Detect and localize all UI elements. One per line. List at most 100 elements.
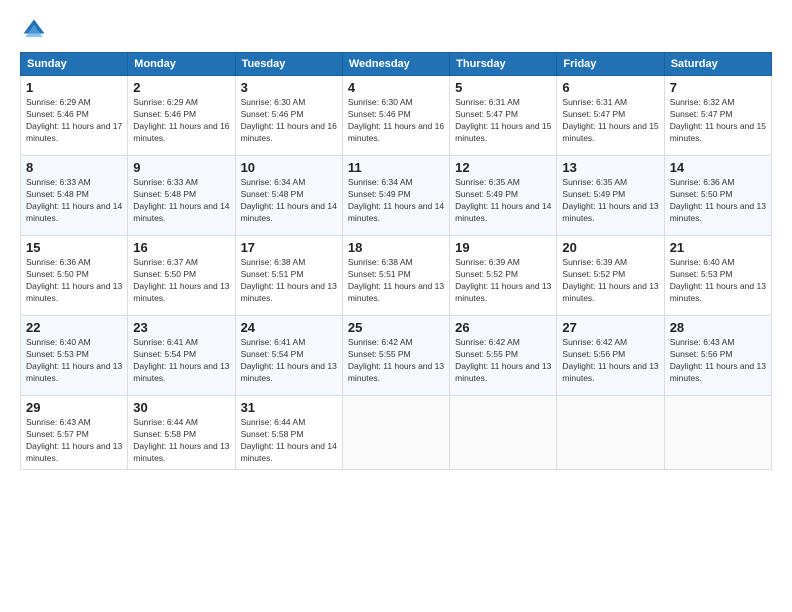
day-number: 15	[26, 240, 122, 255]
calendar-cell: 4 Sunrise: 6:30 AM Sunset: 5:46 PM Daylig…	[342, 76, 449, 156]
calendar-cell: 20 Sunrise: 6:39 AM Sunset: 5:52 PM Dayli…	[557, 236, 664, 316]
week-row-2: 8 Sunrise: 6:33 AM Sunset: 5:48 PM Daylig…	[21, 156, 772, 236]
day-info: Sunrise: 6:31 AM Sunset: 5:47 PM Dayligh…	[562, 97, 658, 145]
calendar-cell: 3 Sunrise: 6:30 AM Sunset: 5:46 PM Daylig…	[235, 76, 342, 156]
calendar-cell: 16 Sunrise: 6:37 AM Sunset: 5:50 PM Dayli…	[128, 236, 235, 316]
day-number: 20	[562, 240, 658, 255]
day-info: Sunrise: 6:39 AM Sunset: 5:52 PM Dayligh…	[455, 257, 551, 305]
day-info: Sunrise: 6:41 AM Sunset: 5:54 PM Dayligh…	[241, 337, 337, 385]
calendar-cell: 24 Sunrise: 6:41 AM Sunset: 5:54 PM Dayli…	[235, 316, 342, 396]
weekday-header-monday: Monday	[128, 53, 235, 76]
day-info: Sunrise: 6:32 AM Sunset: 5:47 PM Dayligh…	[670, 97, 766, 145]
day-number: 3	[241, 80, 337, 95]
day-number: 13	[562, 160, 658, 175]
day-info: Sunrise: 6:38 AM Sunset: 5:51 PM Dayligh…	[348, 257, 444, 305]
calendar-cell: 25 Sunrise: 6:42 AM Sunset: 5:55 PM Dayli…	[342, 316, 449, 396]
day-number: 25	[348, 320, 444, 335]
day-number: 12	[455, 160, 551, 175]
calendar-cell: 13 Sunrise: 6:35 AM Sunset: 5:49 PM Dayli…	[557, 156, 664, 236]
day-number: 9	[133, 160, 229, 175]
calendar-cell: 21 Sunrise: 6:40 AM Sunset: 5:53 PM Dayli…	[664, 236, 771, 316]
day-number: 4	[348, 80, 444, 95]
calendar-cell: 23 Sunrise: 6:41 AM Sunset: 5:54 PM Dayli…	[128, 316, 235, 396]
day-number: 27	[562, 320, 658, 335]
weekday-header-friday: Friday	[557, 53, 664, 76]
day-number: 19	[455, 240, 551, 255]
calendar-cell: 11 Sunrise: 6:34 AM Sunset: 5:49 PM Dayli…	[342, 156, 449, 236]
day-info: Sunrise: 6:38 AM Sunset: 5:51 PM Dayligh…	[241, 257, 337, 305]
day-number: 30	[133, 400, 229, 415]
day-info: Sunrise: 6:44 AM Sunset: 5:58 PM Dayligh…	[241, 417, 337, 465]
calendar-cell: 8 Sunrise: 6:33 AM Sunset: 5:48 PM Daylig…	[21, 156, 128, 236]
day-number: 26	[455, 320, 551, 335]
day-info: Sunrise: 6:29 AM Sunset: 5:46 PM Dayligh…	[26, 97, 122, 145]
day-info: Sunrise: 6:41 AM Sunset: 5:54 PM Dayligh…	[133, 337, 229, 385]
calendar-cell: 15 Sunrise: 6:36 AM Sunset: 5:50 PM Dayli…	[21, 236, 128, 316]
weekday-header-tuesday: Tuesday	[235, 53, 342, 76]
day-info: Sunrise: 6:42 AM Sunset: 5:56 PM Dayligh…	[562, 337, 658, 385]
day-info: Sunrise: 6:39 AM Sunset: 5:52 PM Dayligh…	[562, 257, 658, 305]
day-info: Sunrise: 6:40 AM Sunset: 5:53 PM Dayligh…	[26, 337, 122, 385]
day-number: 11	[348, 160, 444, 175]
day-number: 18	[348, 240, 444, 255]
day-info: Sunrise: 6:33 AM Sunset: 5:48 PM Dayligh…	[133, 177, 229, 225]
day-info: Sunrise: 6:44 AM Sunset: 5:58 PM Dayligh…	[133, 417, 229, 465]
day-info: Sunrise: 6:29 AM Sunset: 5:46 PM Dayligh…	[133, 97, 229, 145]
week-row-1: 1 Sunrise: 6:29 AM Sunset: 5:46 PM Daylig…	[21, 76, 772, 156]
weekday-header-saturday: Saturday	[664, 53, 771, 76]
weekday-header-sunday: Sunday	[21, 53, 128, 76]
page: SundayMondayTuesdayWednesdayThursdayFrid…	[0, 0, 792, 612]
day-number: 10	[241, 160, 337, 175]
calendar-cell	[664, 396, 771, 470]
day-info: Sunrise: 6:34 AM Sunset: 5:48 PM Dayligh…	[241, 177, 337, 225]
calendar-cell: 1 Sunrise: 6:29 AM Sunset: 5:46 PM Daylig…	[21, 76, 128, 156]
calendar-cell: 12 Sunrise: 6:35 AM Sunset: 5:49 PM Dayli…	[450, 156, 557, 236]
calendar-cell: 14Sunrise: 6:36 AM Sunset: 5:50 PM Dayli…	[664, 156, 771, 236]
day-info: Sunrise: 6:35 AM Sunset: 5:49 PM Dayligh…	[455, 177, 551, 225]
day-info: Sunrise: 6:36 AM Sunset: 5:50 PM Dayligh…	[26, 257, 122, 305]
day-number: 5	[455, 80, 551, 95]
day-info: Sunrise: 6:30 AM Sunset: 5:46 PM Dayligh…	[241, 97, 337, 145]
day-info: Sunrise: 6:43 AM Sunset: 5:57 PM Dayligh…	[26, 417, 122, 465]
day-info: Sunrise: 6:40 AM Sunset: 5:53 PM Dayligh…	[670, 257, 766, 305]
day-number: 7	[670, 80, 766, 95]
day-info: Sunrise: 6:31 AM Sunset: 5:47 PM Dayligh…	[455, 97, 551, 145]
day-info: Sunrise: 6:37 AM Sunset: 5:50 PM Dayligh…	[133, 257, 229, 305]
day-info: Sunrise: 6:43 AM Sunset: 5:56 PM Dayligh…	[670, 337, 766, 385]
day-info: Sunrise: 6:30 AM Sunset: 5:46 PM Dayligh…	[348, 97, 444, 145]
calendar-cell: 5 Sunrise: 6:31 AM Sunset: 5:47 PM Daylig…	[450, 76, 557, 156]
day-number: 17	[241, 240, 337, 255]
calendar-cell: 6 Sunrise: 6:31 AM Sunset: 5:47 PM Daylig…	[557, 76, 664, 156]
day-number: 28	[670, 320, 766, 335]
day-number: 6	[562, 80, 658, 95]
day-number: 21	[670, 240, 766, 255]
weekday-header-row: SundayMondayTuesdayWednesdayThursdayFrid…	[21, 53, 772, 76]
day-number: 24	[241, 320, 337, 335]
weekday-header-thursday: Thursday	[450, 53, 557, 76]
day-info: Sunrise: 6:33 AM Sunset: 5:48 PM Dayligh…	[26, 177, 122, 225]
header	[20, 16, 772, 44]
day-info: Sunrise: 6:35 AM Sunset: 5:49 PM Dayligh…	[562, 177, 658, 225]
day-info: Sunrise: 6:34 AM Sunset: 5:49 PM Dayligh…	[348, 177, 444, 225]
calendar-cell: 9 Sunrise: 6:33 AM Sunset: 5:48 PM Daylig…	[128, 156, 235, 236]
calendar-cell: 27 Sunrise: 6:42 AM Sunset: 5:56 PM Dayli…	[557, 316, 664, 396]
day-number: 1	[26, 80, 122, 95]
calendar-cell: 10 Sunrise: 6:34 AM Sunset: 5:48 PM Dayli…	[235, 156, 342, 236]
day-info: Sunrise: 6:42 AM Sunset: 5:55 PM Dayligh…	[348, 337, 444, 385]
day-number: 8	[26, 160, 122, 175]
calendar-cell: 31 Sunrise: 6:44 AM Sunset: 5:58 PM Dayli…	[235, 396, 342, 470]
day-info: Sunrise: 6:36 AM Sunset: 5:50 PM Dayligh…	[670, 177, 766, 225]
day-number: 31	[241, 400, 337, 415]
calendar-cell	[557, 396, 664, 470]
calendar-cell: 22 Sunrise: 6:40 AM Sunset: 5:53 PM Dayli…	[21, 316, 128, 396]
weekday-header-wednesday: Wednesday	[342, 53, 449, 76]
logo	[20, 16, 52, 44]
day-number: 22	[26, 320, 122, 335]
day-number: 16	[133, 240, 229, 255]
calendar-cell: 28 Sunrise: 6:43 AM Sunset: 5:56 PM Dayli…	[664, 316, 771, 396]
calendar-cell: 17 Sunrise: 6:38 AM Sunset: 5:51 PM Dayli…	[235, 236, 342, 316]
logo-icon	[20, 16, 48, 44]
week-row-4: 22 Sunrise: 6:40 AM Sunset: 5:53 PM Dayli…	[21, 316, 772, 396]
week-row-3: 15 Sunrise: 6:36 AM Sunset: 5:50 PM Dayli…	[21, 236, 772, 316]
day-number: 23	[133, 320, 229, 335]
